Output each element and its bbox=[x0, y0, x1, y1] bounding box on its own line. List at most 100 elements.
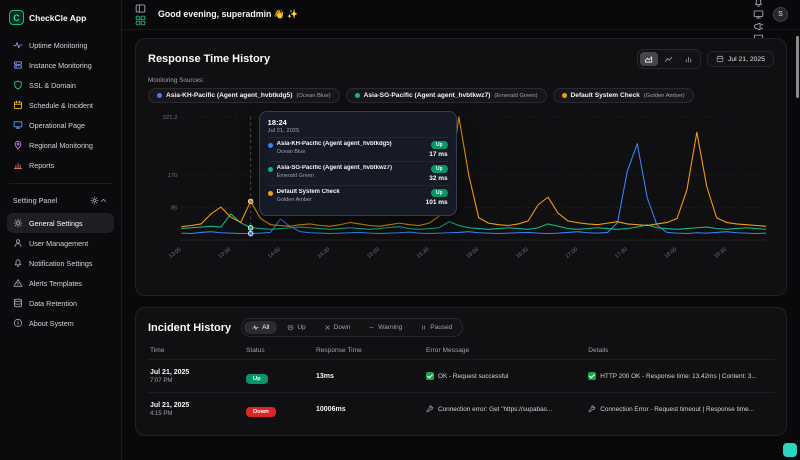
table-row[interactable]: Jul 21, 20257:07 PM Up 13ms OK - Request… bbox=[148, 359, 774, 392]
sidebar-item-about-system[interactable]: About System bbox=[7, 313, 114, 333]
apps-grid-button[interactable] bbox=[134, 15, 146, 27]
filter-all[interactable]: All bbox=[244, 321, 277, 334]
response-time-chart[interactable]: 321.21708513:0013:3014:0014:3015:0015:30… bbox=[148, 109, 774, 285]
filter-up[interactable]: Up bbox=[279, 321, 313, 334]
settings-panel-header[interactable]: Setting Panel bbox=[7, 192, 114, 213]
gear-icon bbox=[90, 196, 99, 205]
tooltip-time: 18:24 bbox=[268, 118, 448, 127]
status-chip: Up bbox=[431, 189, 448, 197]
pause-icon bbox=[420, 324, 427, 331]
sidebar-item-schedule-incident[interactable]: Schedule & Incident bbox=[7, 95, 114, 115]
series-dot bbox=[268, 167, 273, 172]
main-area: Good evening, superadmin 👋 ✨ S Response … bbox=[122, 0, 800, 460]
svg-text:15:00: 15:00 bbox=[366, 247, 380, 260]
source-pill-2[interactable]: Default System Check(Golden Amber) bbox=[553, 88, 694, 103]
sidebar-item-data-retention[interactable]: Data Retention bbox=[7, 293, 114, 313]
sidebar-item-operational-page[interactable]: Operational Page bbox=[7, 115, 114, 135]
svg-text:16:30: 16:30 bbox=[515, 247, 529, 260]
gear-icon bbox=[13, 218, 23, 228]
pulse-icon bbox=[252, 324, 259, 331]
svg-text:170: 170 bbox=[168, 173, 179, 179]
series-dot bbox=[562, 93, 567, 98]
check-icon bbox=[426, 372, 434, 380]
chat-widget-button[interactable] bbox=[783, 443, 797, 457]
sidebar-item-uptime-monitoring[interactable]: Uptime Monitoring bbox=[7, 35, 114, 55]
series-dot bbox=[268, 143, 273, 148]
table-header-row: TimeStatusResponse TimeError MessageDeta… bbox=[148, 345, 774, 359]
sidebar-item-ssl-domain[interactable]: SSL & Domain bbox=[7, 75, 114, 95]
filter-down[interactable]: Down bbox=[316, 321, 359, 334]
bar-chart-toggle-button[interactable] bbox=[680, 52, 698, 66]
svg-text:13:00: 13:00 bbox=[168, 247, 182, 260]
sidebar-item-general-settings[interactable]: General Settings bbox=[7, 213, 114, 233]
wrench-icon bbox=[588, 405, 596, 413]
user-icon bbox=[13, 238, 23, 248]
app-logo-row: C CheckCle App bbox=[7, 8, 114, 35]
sidebar-item-notification-settings[interactable]: Notification Settings bbox=[7, 253, 114, 273]
status-badge: Up bbox=[246, 374, 268, 384]
svg-text:15:30: 15:30 bbox=[416, 247, 430, 260]
line-chart-icon bbox=[664, 55, 673, 64]
monitor-icon bbox=[13, 120, 23, 130]
settings-navigation: General SettingsUser ManagementNotificat… bbox=[7, 213, 114, 333]
column-header: Error Message bbox=[426, 347, 580, 354]
area-chart-toggle-button[interactable] bbox=[640, 52, 658, 66]
status-chip: Up bbox=[431, 165, 448, 173]
topbar: Good evening, superadmin 👋 ✨ S bbox=[122, 0, 800, 30]
bell-button[interactable] bbox=[752, 0, 764, 9]
date-picker-button[interactable]: Jul 21, 2025 bbox=[707, 51, 774, 67]
avatar[interactable]: S bbox=[773, 7, 788, 22]
shield-icon bbox=[13, 80, 23, 90]
svg-text:14:30: 14:30 bbox=[317, 247, 331, 260]
chart-tooltip: 18:24Jul 21, 2025 Asia-KH-Pacific (Agent… bbox=[259, 111, 457, 216]
column-header: Time bbox=[150, 347, 238, 354]
monitoring-sources-row: Asia-KH-Pacific (Agent agent_hvbtkdg5)(O… bbox=[148, 88, 774, 103]
server-icon bbox=[13, 60, 23, 70]
monitoring-sources-label: Monitoring Sources: bbox=[148, 77, 774, 84]
svg-text:17:00: 17:00 bbox=[565, 247, 579, 260]
sidebar-toggle-button[interactable] bbox=[134, 3, 146, 15]
greeting-text: Good evening, superadmin 👋 ✨ bbox=[158, 9, 298, 20]
monitor-button[interactable] bbox=[752, 9, 764, 21]
app-logo: C bbox=[9, 10, 24, 25]
sidebar-item-user-management[interactable]: User Management bbox=[7, 233, 114, 253]
filter-paused[interactable]: Paused bbox=[412, 321, 460, 334]
series-dot bbox=[355, 93, 360, 98]
svg-text:85: 85 bbox=[171, 205, 178, 211]
scrollbar-thumb[interactable] bbox=[796, 36, 799, 98]
column-header: Details bbox=[588, 347, 772, 354]
chevron-up-icon bbox=[99, 196, 108, 205]
check-icon bbox=[588, 372, 596, 380]
info-icon bbox=[13, 318, 23, 328]
sidebar-item-reports[interactable]: Reports bbox=[7, 155, 114, 175]
pulse-icon bbox=[13, 40, 23, 50]
sidebar-item-instance-monitoring[interactable]: Instance Monitoring bbox=[7, 55, 114, 75]
line-chart-toggle-button[interactable] bbox=[660, 52, 678, 66]
sidebar-item-regional-monitoring[interactable]: Regional Monitoring bbox=[7, 135, 114, 155]
svg-text:14:00: 14:00 bbox=[267, 247, 281, 260]
table-row[interactable]: Jul 21, 20254:15 PM Down 10006ms Connect… bbox=[148, 392, 774, 425]
source-pill-1[interactable]: Asia-SG-Pacific (Agent agent_hvbtkwz7)(E… bbox=[346, 88, 547, 103]
settings-panel-label: Setting Panel bbox=[13, 198, 57, 205]
sidebar-item-alerts-templates[interactable]: Alerts Templates bbox=[7, 273, 114, 293]
incident-card-title: Incident History bbox=[148, 322, 231, 334]
svg-text:13:30: 13:30 bbox=[218, 247, 232, 260]
svg-text:18:30: 18:30 bbox=[713, 247, 727, 260]
incident-table: TimeStatusResponse TimeError MessageDeta… bbox=[148, 345, 774, 425]
source-pill-0[interactable]: Asia-KH-Pacific (Agent agent_hvbtkdg5)(O… bbox=[148, 88, 340, 103]
incident-history-card: Incident History AllUpDownWarningPaused … bbox=[135, 307, 787, 436]
svg-text:18:00: 18:00 bbox=[664, 247, 678, 260]
tooltip-entry: Asia-SG-Pacific (Agent agent_hvbtkwz7) E… bbox=[268, 161, 448, 185]
chart-canvas[interactable]: 321.21708513:0013:3014:0014:3015:0015:30… bbox=[148, 109, 774, 285]
circle-up-icon bbox=[287, 324, 294, 331]
tooltip-entry: Default System Check Golden Amber Up 101… bbox=[268, 185, 448, 209]
filter-warning[interactable]: Warning bbox=[360, 321, 410, 334]
bar-chart-icon bbox=[684, 55, 693, 64]
tooltip-entry: Asia-KH-Pacific (Agent agent_hvbtkdg5) O… bbox=[268, 137, 448, 161]
dash-icon bbox=[368, 324, 375, 331]
svg-text:16:00: 16:00 bbox=[465, 247, 479, 260]
app-title: CheckCle App bbox=[29, 13, 86, 23]
alert-icon bbox=[13, 278, 23, 288]
pin-icon bbox=[13, 140, 23, 150]
sidebar-divider bbox=[9, 183, 112, 184]
